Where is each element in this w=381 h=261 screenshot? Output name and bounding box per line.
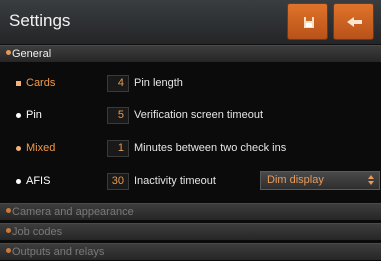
- page-title: Settings: [9, 11, 71, 30]
- section-outputs-and-relays[interactable]: Outputs and relays: [0, 243, 381, 260]
- section-label: General: [12, 48, 52, 60]
- checkin-minutes-label: Minutes between two check ins: [134, 142, 287, 154]
- general-row-cards: Cards 4 Pin length: [0, 75, 381, 95]
- mode-option-mixed[interactable]: Mixed: [26, 142, 55, 154]
- mode-option-pin[interactable]: Pin: [26, 109, 42, 121]
- section-label: Camera and appearance: [12, 206, 134, 218]
- checkin-minutes-field[interactable]: 1: [107, 140, 129, 157]
- general-row-mixed: Mixed 1 Minutes between two check ins: [0, 140, 381, 160]
- collapsed-bullet-icon: [6, 228, 11, 233]
- inactivity-timeout-label: Inactivity timeout: [134, 175, 216, 187]
- section-label: Outputs and relays: [12, 246, 105, 258]
- save-icon: [304, 17, 314, 28]
- section-general[interactable]: General: [0, 45, 381, 62]
- expanded-bullet-icon: [6, 50, 11, 55]
- verification-timeout-field[interactable]: 5: [107, 107, 129, 124]
- radio-dot-icon: [16, 146, 21, 151]
- pin-length-field[interactable]: 4: [107, 75, 129, 92]
- save-button[interactable]: [287, 3, 328, 40]
- verification-timeout-label: Verification screen timeout: [134, 109, 264, 121]
- back-arrow-icon: [347, 17, 362, 27]
- radio-dot-icon: [16, 179, 21, 184]
- mode-option-afis[interactable]: AFIS: [26, 175, 50, 187]
- back-button[interactable]: [333, 3, 374, 40]
- inactivity-timeout-field[interactable]: 30: [107, 173, 129, 190]
- section-job-codes[interactable]: Job codes: [0, 223, 381, 240]
- collapsed-bullet-icon: [6, 248, 11, 253]
- collapsed-bullet-icon: [6, 208, 11, 213]
- dropdown-arrows-icon: [368, 175, 374, 185]
- mode-option-cards[interactable]: Cards: [26, 77, 55, 89]
- title-bar: Settings: [0, 0, 381, 45]
- section-camera-and-appearance[interactable]: Camera and appearance: [0, 203, 381, 220]
- general-row-pin: Pin 5 Verification screen timeout: [0, 107, 381, 127]
- radio-dot-icon: [16, 113, 21, 118]
- dropdown-value: Dim display: [267, 174, 324, 186]
- section-label: Job codes: [12, 226, 63, 238]
- square-bullet-icon: [16, 81, 21, 86]
- inactivity-action-dropdown[interactable]: Dim display: [260, 171, 380, 190]
- pin-length-label: Pin length: [134, 77, 183, 89]
